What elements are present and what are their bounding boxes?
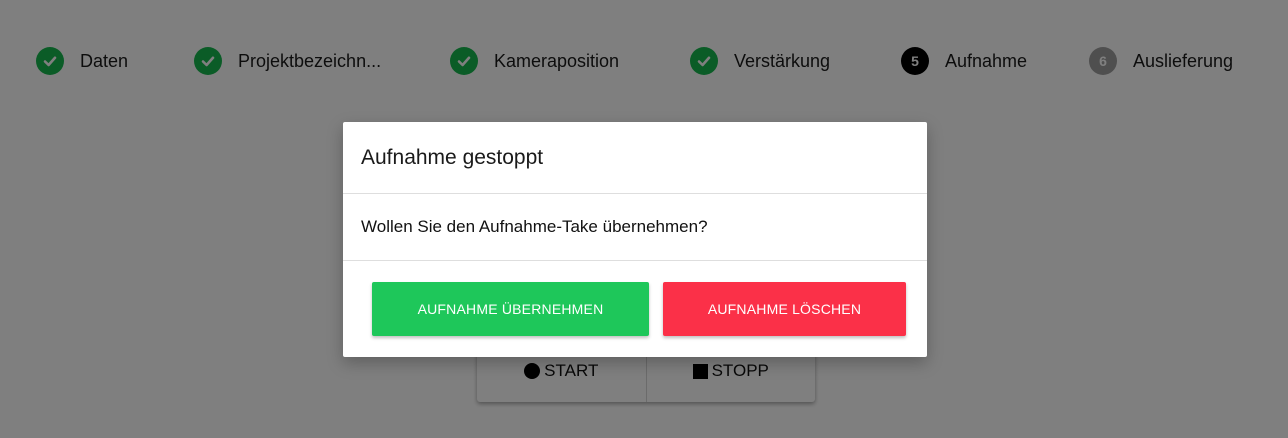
dialog-footer: AUFNAHME ÜBERNEHMEN AUFNAHME LÖSCHEN — [343, 261, 927, 357]
delete-recording-button[interactable]: AUFNAHME LÖSCHEN — [663, 282, 906, 336]
dialog-message: Wollen Sie den Aufnahme-Take übernehmen? — [361, 217, 708, 236]
dialog-body: Wollen Sie den Aufnahme-Take übernehmen? — [343, 194, 927, 261]
accept-recording-button[interactable]: AUFNAHME ÜBERNEHMEN — [372, 282, 649, 336]
dialog-title: Aufnahme gestoppt — [361, 145, 544, 169]
dialog-header: Aufnahme gestoppt — [343, 122, 927, 194]
page: Daten Projektbezeichn... Kameraposition … — [0, 0, 1288, 438]
recording-stopped-dialog: Aufnahme gestoppt Wollen Sie den Aufnahm… — [343, 122, 927, 357]
